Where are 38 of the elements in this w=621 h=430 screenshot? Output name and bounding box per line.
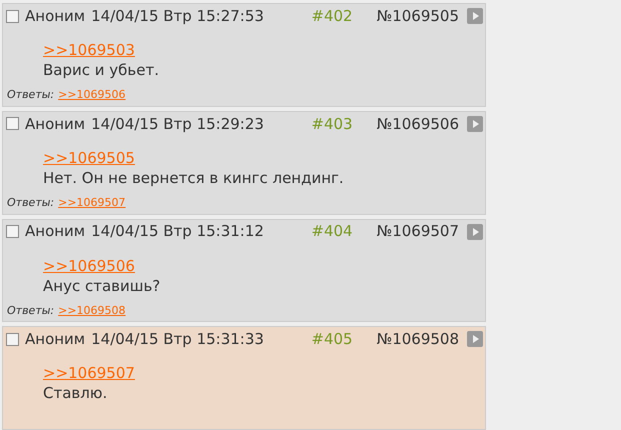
reply-link[interactable]: >>1069506 [58, 87, 126, 104]
post-text: Ставлю. [43, 383, 108, 404]
post-id[interactable]: №1069505 [376, 4, 459, 28]
reply-link[interactable]: >>1069505 [43, 148, 135, 168]
post-checkbox[interactable] [6, 225, 19, 238]
post-text: Варис и убьет. [43, 60, 159, 80]
play-icon[interactable] [467, 224, 483, 240]
play-icon[interactable] [467, 116, 483, 132]
post-id[interactable]: №1069506 [376, 112, 459, 135]
post-author: Аноним [25, 114, 86, 134]
post-text: Анус ставишь? [43, 276, 160, 296]
post-number: #405 [311, 329, 353, 350]
post-author: Аноним [25, 221, 86, 242]
post-text: Нет. Он не вернется в кингс лендинг. [43, 168, 344, 188]
post-checkbox[interactable] [6, 10, 19, 22]
post-date: 14/04/15 Втр 15:27:53 [91, 6, 264, 27]
replies-label: Ответы: [7, 87, 54, 104]
play-icon[interactable] [467, 8, 483, 24]
post-date: 14/04/15 Втр 15:31:33 [91, 329, 264, 350]
play-icon[interactable] [467, 331, 483, 348]
post-number: #403 [311, 114, 353, 134]
reply-link[interactable]: >>1069506 [43, 256, 135, 276]
replies-label: Ответы: [7, 302, 54, 319]
replies-label: Ответы: [7, 195, 54, 211]
reply-link[interactable]: >>1069507 [58, 195, 126, 212]
post-author: Аноним [25, 329, 86, 350]
post-id[interactable]: №1069507 [376, 220, 459, 243]
post-date: 14/04/15 Втр 15:31:12 [91, 221, 264, 242]
post-number: #402 [311, 6, 353, 27]
reply-link[interactable]: >>1069508 [58, 302, 126, 320]
reply-link[interactable]: >>1069507 [43, 363, 135, 384]
post-id[interactable]: №1069508 [376, 328, 459, 350]
post-number: #404 [311, 221, 353, 242]
post-checkbox[interactable] [6, 117, 19, 130]
reply-link[interactable]: >>1069503 [43, 40, 135, 60]
post-checkbox[interactable] [6, 332, 19, 346]
post-author: Аноним [25, 6, 86, 27]
post-date: 14/04/15 Втр 15:29:23 [91, 114, 264, 134]
